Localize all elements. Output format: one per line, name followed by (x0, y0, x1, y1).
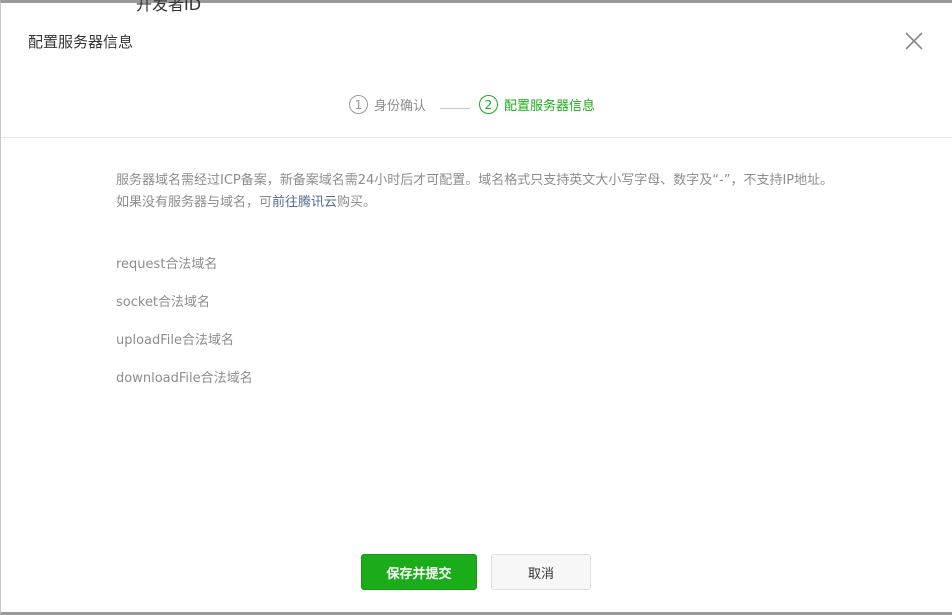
cancel-button[interactable]: 取消 (491, 554, 591, 590)
downloadfile-domain-label: downloadFile合法域名 (116, 371, 253, 386)
step-connector (440, 108, 470, 109)
socket-domain-label: socket合法域名 (116, 295, 211, 310)
close-button[interactable] (903, 30, 925, 52)
request-domain-label: request合法域名 (116, 257, 218, 272)
tencent-cloud-link[interactable]: 前往腾讯云 (272, 195, 337, 210)
step-indicator: 1 身份确认 2 配置服务器信息 (1, 95, 952, 119)
description-text: 服务器域名需经过ICP备案，新备案域名需24小时后才可配置。域名格式只支持英文大… (116, 170, 836, 214)
config-server-dialog: 开发者ID 配置服务器信息 1 身份确认 2 配置服务器信息 服务器域名需经过I… (0, 0, 952, 615)
description-tail: 购买。 (337, 195, 377, 210)
uploadfile-domain-label: uploadFile合法域名 (116, 333, 235, 348)
step-label: 身份确认 (374, 99, 427, 114)
step-number: 1 (349, 95, 368, 114)
background-page-title: 开发者ID (136, 0, 202, 14)
description-body: 服务器域名需经过ICP备案，新备案域名需24小时后才可配置。域名格式只支持英文大… (116, 173, 834, 210)
step-identity: 1 身份确认 (349, 95, 426, 114)
dialog-title: 配置服务器信息 (28, 33, 134, 51)
step-label: 配置服务器信息 (504, 99, 596, 114)
step-config-server: 2 配置服务器信息 (479, 95, 595, 114)
close-icon (905, 32, 923, 50)
header-divider (1, 137, 952, 138)
save-submit-button[interactable]: 保存并提交 (361, 554, 477, 590)
step-number: 2 (479, 95, 498, 114)
